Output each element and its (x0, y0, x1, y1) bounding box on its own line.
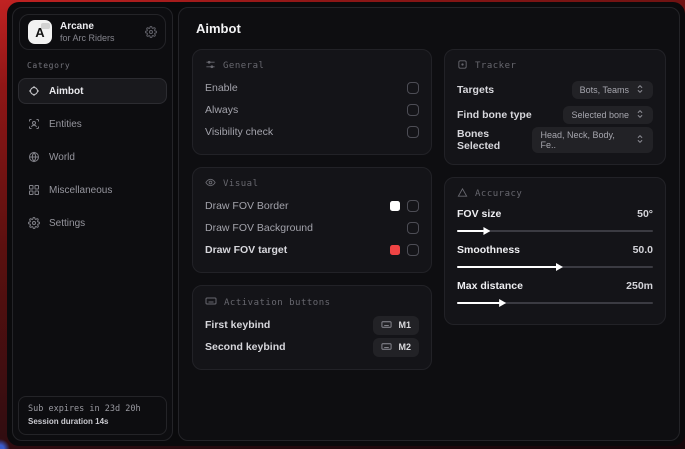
chevrons-up-down-icon (635, 84, 645, 96)
subscription-card: Sub expires in 23d 20h Session duration … (18, 396, 167, 435)
smoothness-slider[interactable] (457, 266, 653, 268)
max-distance-slider[interactable] (457, 302, 653, 304)
general-card: General Enable Always Visibility check (192, 49, 432, 155)
sidebar-item-label: Aimbot (49, 86, 83, 97)
sidebar-item-label: Miscellaneous (49, 185, 112, 196)
setting-row-fov-background: Draw FOV Background (205, 217, 419, 239)
sidebar-item-world[interactable]: World (18, 144, 167, 170)
fov-background-checkbox[interactable] (407, 222, 419, 234)
setting-row-enable: Enable (205, 77, 419, 99)
setting-row-second-keybind: Second keybind M2 (205, 336, 419, 358)
card-title: General (223, 61, 264, 71)
sliders-icon (205, 59, 216, 73)
page-title: Aimbot (196, 21, 666, 36)
card-title: Visual (223, 179, 259, 189)
fov-size-slider[interactable] (457, 230, 653, 232)
bones-selected-dropdown[interactable]: Head, Neck, Body, Fe.. (532, 127, 653, 153)
brand-name: Arcane (60, 21, 115, 32)
always-checkbox[interactable] (407, 104, 419, 116)
setting-row-visibility-check: Visibility check (205, 121, 419, 143)
setting-row-fov-size: FOV size 50° (457, 205, 653, 232)
square-dot-icon (457, 59, 468, 73)
sidebar-nav: Aimbot Entities World Miscellaneous (13, 78, 172, 236)
app-window: A Arcane for Arc Riders Category Aimbot (7, 2, 685, 446)
sidebar-item-miscellaneous[interactable]: Miscellaneous (18, 177, 167, 203)
setting-row-fov-border: Draw FOV Border (205, 195, 419, 217)
smoothness-value: 50.0 (633, 244, 653, 256)
eye-icon (205, 177, 216, 191)
setting-row-find-bone-type: Find bone type Selected bone (457, 102, 653, 127)
entities-scan-icon (28, 118, 40, 130)
dropdown-value: Bots, Teams (580, 85, 629, 95)
session-duration-text: Session duration 14s (28, 417, 157, 426)
setting-row-bones-selected: Bones Selected Head, Neck, Body, Fe.. (457, 127, 653, 153)
chevrons-up-down-icon (635, 109, 645, 121)
keyboard-icon (381, 319, 392, 332)
dropdown-value: Head, Neck, Body, Fe.. (540, 130, 629, 150)
visual-card: Visual Draw FOV Border Draw FOV Backgrou… (192, 167, 432, 273)
gear-icon[interactable] (145, 26, 157, 38)
brand-logo-letter: A (35, 25, 44, 40)
card-title: Tracker (475, 61, 516, 71)
keyboard-icon (381, 341, 392, 354)
visibility-check-checkbox[interactable] (407, 126, 419, 138)
sidebar-item-label: Settings (49, 218, 85, 229)
sidebar-item-aimbot[interactable]: Aimbot (18, 78, 167, 104)
fov-target-color-swatch[interactable] (390, 245, 400, 255)
globe-icon (28, 151, 40, 163)
category-label: Category (27, 61, 172, 70)
chevrons-up-down-icon (635, 134, 645, 146)
first-keybind-button[interactable]: M1 (373, 316, 419, 335)
activation-card: Activation buttons First keybind M1 Seco… (192, 285, 432, 370)
card-title: Accuracy (475, 189, 522, 199)
keybind-value: M1 (398, 320, 411, 330)
max-distance-value: 250m (626, 280, 653, 292)
fov-border-checkbox[interactable] (407, 200, 419, 212)
sidebar-item-label: Entities (49, 119, 82, 130)
setting-row-max-distance: Max distance 250m (457, 277, 653, 304)
card-title: Activation buttons (224, 298, 331, 308)
setting-row-smoothness: Smoothness 50.0 (457, 241, 653, 268)
setting-row-first-keybind: First keybind M1 (205, 314, 419, 336)
sidebar-item-settings[interactable]: Settings (18, 210, 167, 236)
second-keybind-button[interactable]: M2 (373, 338, 419, 357)
sub-expires-text: Sub expires in 23d 20h (28, 404, 157, 414)
sidebar: A Arcane for Arc Riders Category Aimbot (12, 7, 173, 441)
triangle-icon (457, 187, 468, 201)
fov-target-checkbox[interactable] (407, 244, 419, 256)
setting-row-fov-target: Draw FOV target (205, 239, 419, 261)
brand-text: Arcane for Arc Riders (60, 21, 115, 43)
keyboard-icon (205, 295, 217, 310)
sidebar-item-entities[interactable]: Entities (18, 111, 167, 137)
brand-logo: A (28, 20, 52, 44)
slider-thumb[interactable] (499, 299, 506, 307)
sidebar-item-label: World (49, 152, 75, 163)
fov-size-value: 50° (637, 208, 653, 220)
keybind-value: M2 (398, 342, 411, 352)
main-panel: Aimbot General Enable Alw (178, 7, 680, 441)
accuracy-card: Accuracy FOV size 50° Smoothness (444, 177, 666, 325)
grid-icon (28, 184, 40, 196)
setting-row-targets: Targets Bots, Teams (457, 77, 653, 102)
enable-checkbox[interactable] (407, 82, 419, 94)
slider-thumb[interactable] (483, 227, 490, 235)
fov-border-color-swatch[interactable] (390, 201, 400, 211)
crosshair-icon (28, 85, 40, 97)
brand-subtitle: for Arc Riders (60, 33, 115, 43)
tracker-card: Tracker Targets Bots, Teams Find bone ty… (444, 49, 666, 165)
brand-card: A Arcane for Arc Riders (19, 14, 166, 50)
setting-row-always: Always (205, 99, 419, 121)
slider-thumb[interactable] (556, 263, 563, 271)
gear-icon (28, 217, 40, 229)
targets-dropdown[interactable]: Bots, Teams (572, 81, 653, 99)
dropdown-value: Selected bone (571, 110, 629, 120)
find-bone-type-dropdown[interactable]: Selected bone (563, 106, 653, 124)
